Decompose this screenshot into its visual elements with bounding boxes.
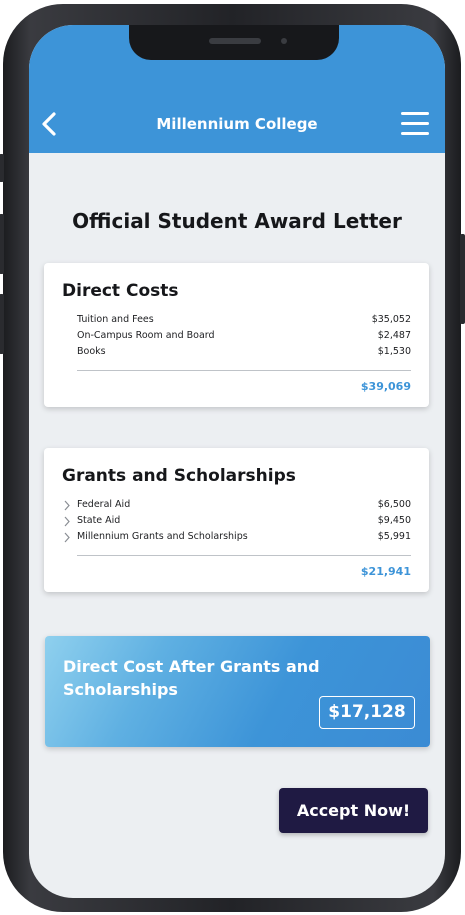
net-cost-title: Direct Cost After Grants and Scholarship… bbox=[63, 657, 320, 699]
direct-costs-card: Direct Costs Tuition and Fees $35,052 On… bbox=[44, 263, 429, 407]
cost-amount: $1,530 bbox=[377, 346, 411, 357]
grant-label: Millennium Grants and Scholarships bbox=[77, 531, 248, 542]
cost-label: On-Campus Room and Board bbox=[77, 330, 215, 341]
chevron-right-icon[interactable] bbox=[63, 532, 71, 543]
net-cost-amount: $17,128 bbox=[319, 696, 415, 729]
silent-switch bbox=[0, 154, 4, 182]
grants-title: Grants and Scholarships bbox=[62, 466, 296, 486]
grant-amount: $6,500 bbox=[377, 499, 411, 510]
speaker-grille bbox=[209, 38, 261, 44]
accept-now-button[interactable]: Accept Now! bbox=[279, 788, 428, 833]
grant-row: State Aid $9,450 bbox=[64, 515, 411, 531]
hamburger-menu-icon bbox=[401, 112, 429, 115]
power-button bbox=[460, 234, 465, 324]
net-cost-card: Direct Cost After Grants and Scholarship… bbox=[45, 636, 430, 747]
phone-frame: Millennium College Official Student Awar… bbox=[0, 4, 465, 912]
grants-total: $21,941 bbox=[360, 565, 411, 578]
hamburger-menu-icon-bar bbox=[401, 132, 429, 135]
grants-card: Grants and Scholarships Federal Aid $6,5… bbox=[44, 448, 429, 592]
cost-row: Books $1,530 bbox=[77, 346, 411, 362]
chevron-right-icon[interactable] bbox=[63, 516, 71, 527]
cost-amount: $35,052 bbox=[371, 314, 411, 325]
cost-amount: $2,487 bbox=[377, 330, 411, 341]
app-title: Millennium College bbox=[156, 115, 318, 133]
volume-up-button bbox=[0, 214, 4, 274]
hamburger-menu-icon-bar bbox=[401, 122, 429, 125]
chevron-right-icon[interactable] bbox=[63, 500, 71, 511]
grant-amount: $9,450 bbox=[377, 515, 411, 526]
divider bbox=[77, 555, 411, 556]
direct-costs-title: Direct Costs bbox=[62, 281, 179, 301]
grant-row: Millennium Grants and Scholarships $5,99… bbox=[64, 531, 411, 547]
volume-down-button bbox=[0, 294, 4, 354]
direct-costs-total: $39,069 bbox=[360, 380, 411, 393]
cost-row: On-Campus Room and Board $2,487 bbox=[77, 330, 411, 346]
cost-label: Books bbox=[77, 346, 106, 357]
grant-amount: $5,991 bbox=[377, 531, 411, 542]
cost-label: Tuition and Fees bbox=[77, 314, 154, 325]
front-camera bbox=[281, 38, 287, 44]
divider bbox=[77, 370, 411, 371]
grant-row: Federal Aid $6,500 bbox=[64, 499, 411, 515]
menu-button[interactable] bbox=[401, 112, 431, 136]
grant-label: State Aid bbox=[77, 515, 121, 526]
cost-row: Tuition and Fees $35,052 bbox=[77, 314, 411, 330]
page-title: Official Student Award Letter bbox=[72, 209, 402, 233]
grant-label: Federal Aid bbox=[77, 499, 131, 510]
app-screen: Millennium College Official Student Awar… bbox=[29, 25, 445, 898]
